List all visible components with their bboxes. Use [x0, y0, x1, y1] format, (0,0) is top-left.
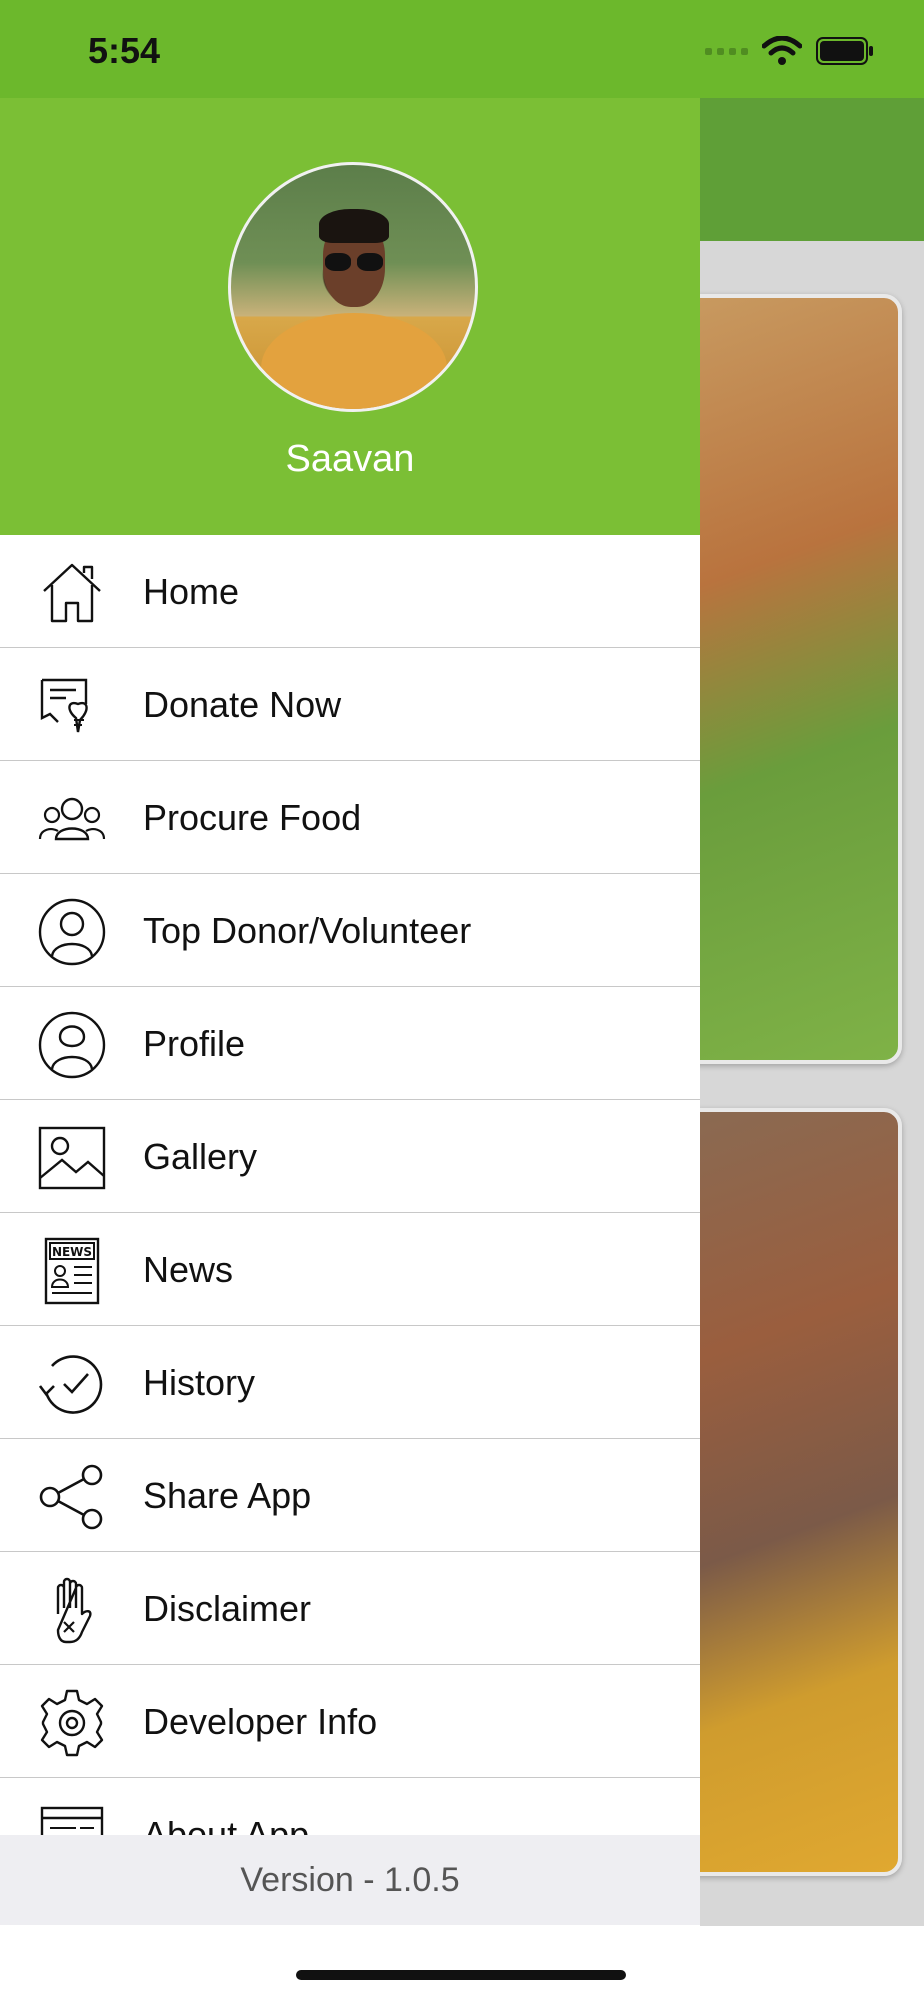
menu-item-history[interactable]: History — [0, 1326, 700, 1439]
home-indicator[interactable] — [296, 1970, 626, 1980]
menu-item-home[interactable]: Home — [0, 535, 700, 648]
menu-label-history: History — [143, 1362, 256, 1403]
news-icon: NEWS — [36, 1235, 108, 1307]
menu-label-procure-food: Procure Food — [143, 797, 362, 838]
share-icon — [36, 1461, 108, 1533]
children-card[interactable] — [680, 1108, 902, 1876]
user-name: Saavan — [285, 438, 415, 480]
battery-icon — [816, 37, 873, 65]
hand-icon — [36, 1574, 108, 1646]
menu-label-top-donor-volunteer: Top Donor/Volunteer — [143, 910, 472, 951]
menu-item-about-app[interactable]: About App — [0, 1778, 700, 1835]
menu-item-procure-food[interactable]: Procure Food — [0, 761, 700, 874]
menu-label-share-app: Share App — [143, 1475, 312, 1516]
history-icon — [36, 1348, 108, 1420]
menu-item-profile[interactable]: Profile — [0, 987, 700, 1100]
group-icon — [36, 783, 108, 855]
image-icon — [36, 1122, 108, 1194]
status-time: 5:54 — [88, 30, 161, 71]
bottom-safe-area — [0, 1926, 924, 2000]
version-bar: Version - 1.0.5 — [0, 1835, 700, 1925]
navigation-drawer: Saavan Home Donate Now Procure Food Top … — [0, 98, 700, 1926]
menu-label-developer-info: Developer Info — [143, 1701, 378, 1742]
wifi-icon — [762, 36, 802, 65]
menu-item-share-app[interactable]: Share App — [0, 1439, 700, 1552]
avatar[interactable] — [228, 162, 478, 412]
menu-label-disclaimer: Disclaimer — [143, 1588, 312, 1629]
menu-label-profile: Profile — [143, 1023, 246, 1064]
menu-label-gallery: Gallery — [143, 1136, 258, 1177]
drawer-menu: Home Donate Now Procure Food Top Donor/V… — [0, 535, 700, 1835]
home-icon — [36, 557, 108, 629]
drawer-header: Saavan — [0, 98, 700, 535]
status-icons — [705, 34, 874, 68]
user-circle-icon — [36, 896, 108, 968]
menu-item-news[interactable]: NEWS News — [0, 1213, 700, 1326]
browser-icon — [36, 1800, 108, 1835]
menu-label-donate-now: Donate Now — [143, 684, 342, 725]
version-text: Version - 1.0.5 — [240, 1860, 460, 1899]
cellular-icon — [705, 47, 748, 55]
menu-item-top-donor-volunteer[interactable]: Top Donor/Volunteer — [0, 874, 700, 987]
menu-item-disclaimer[interactable]: Disclaimer — [0, 1552, 700, 1665]
gear-icon — [36, 1687, 108, 1759]
donate-icon — [36, 670, 108, 742]
menu-label-news: News — [143, 1249, 234, 1290]
menu-item-gallery[interactable]: Gallery — [0, 1100, 700, 1213]
status-bar: 5:54 — [0, 0, 924, 98]
profile-icon — [36, 1009, 108, 1081]
food-card[interactable] — [680, 294, 902, 1064]
menu-item-donate-now[interactable]: Donate Now — [0, 648, 700, 761]
menu-label-about-app: About App — [143, 1814, 310, 1835]
menu-item-developer-info[interactable]: Developer Info — [0, 1665, 700, 1778]
svg-text:NEWS: NEWS — [52, 1245, 92, 1259]
menu-label-home: Home — [143, 571, 240, 612]
